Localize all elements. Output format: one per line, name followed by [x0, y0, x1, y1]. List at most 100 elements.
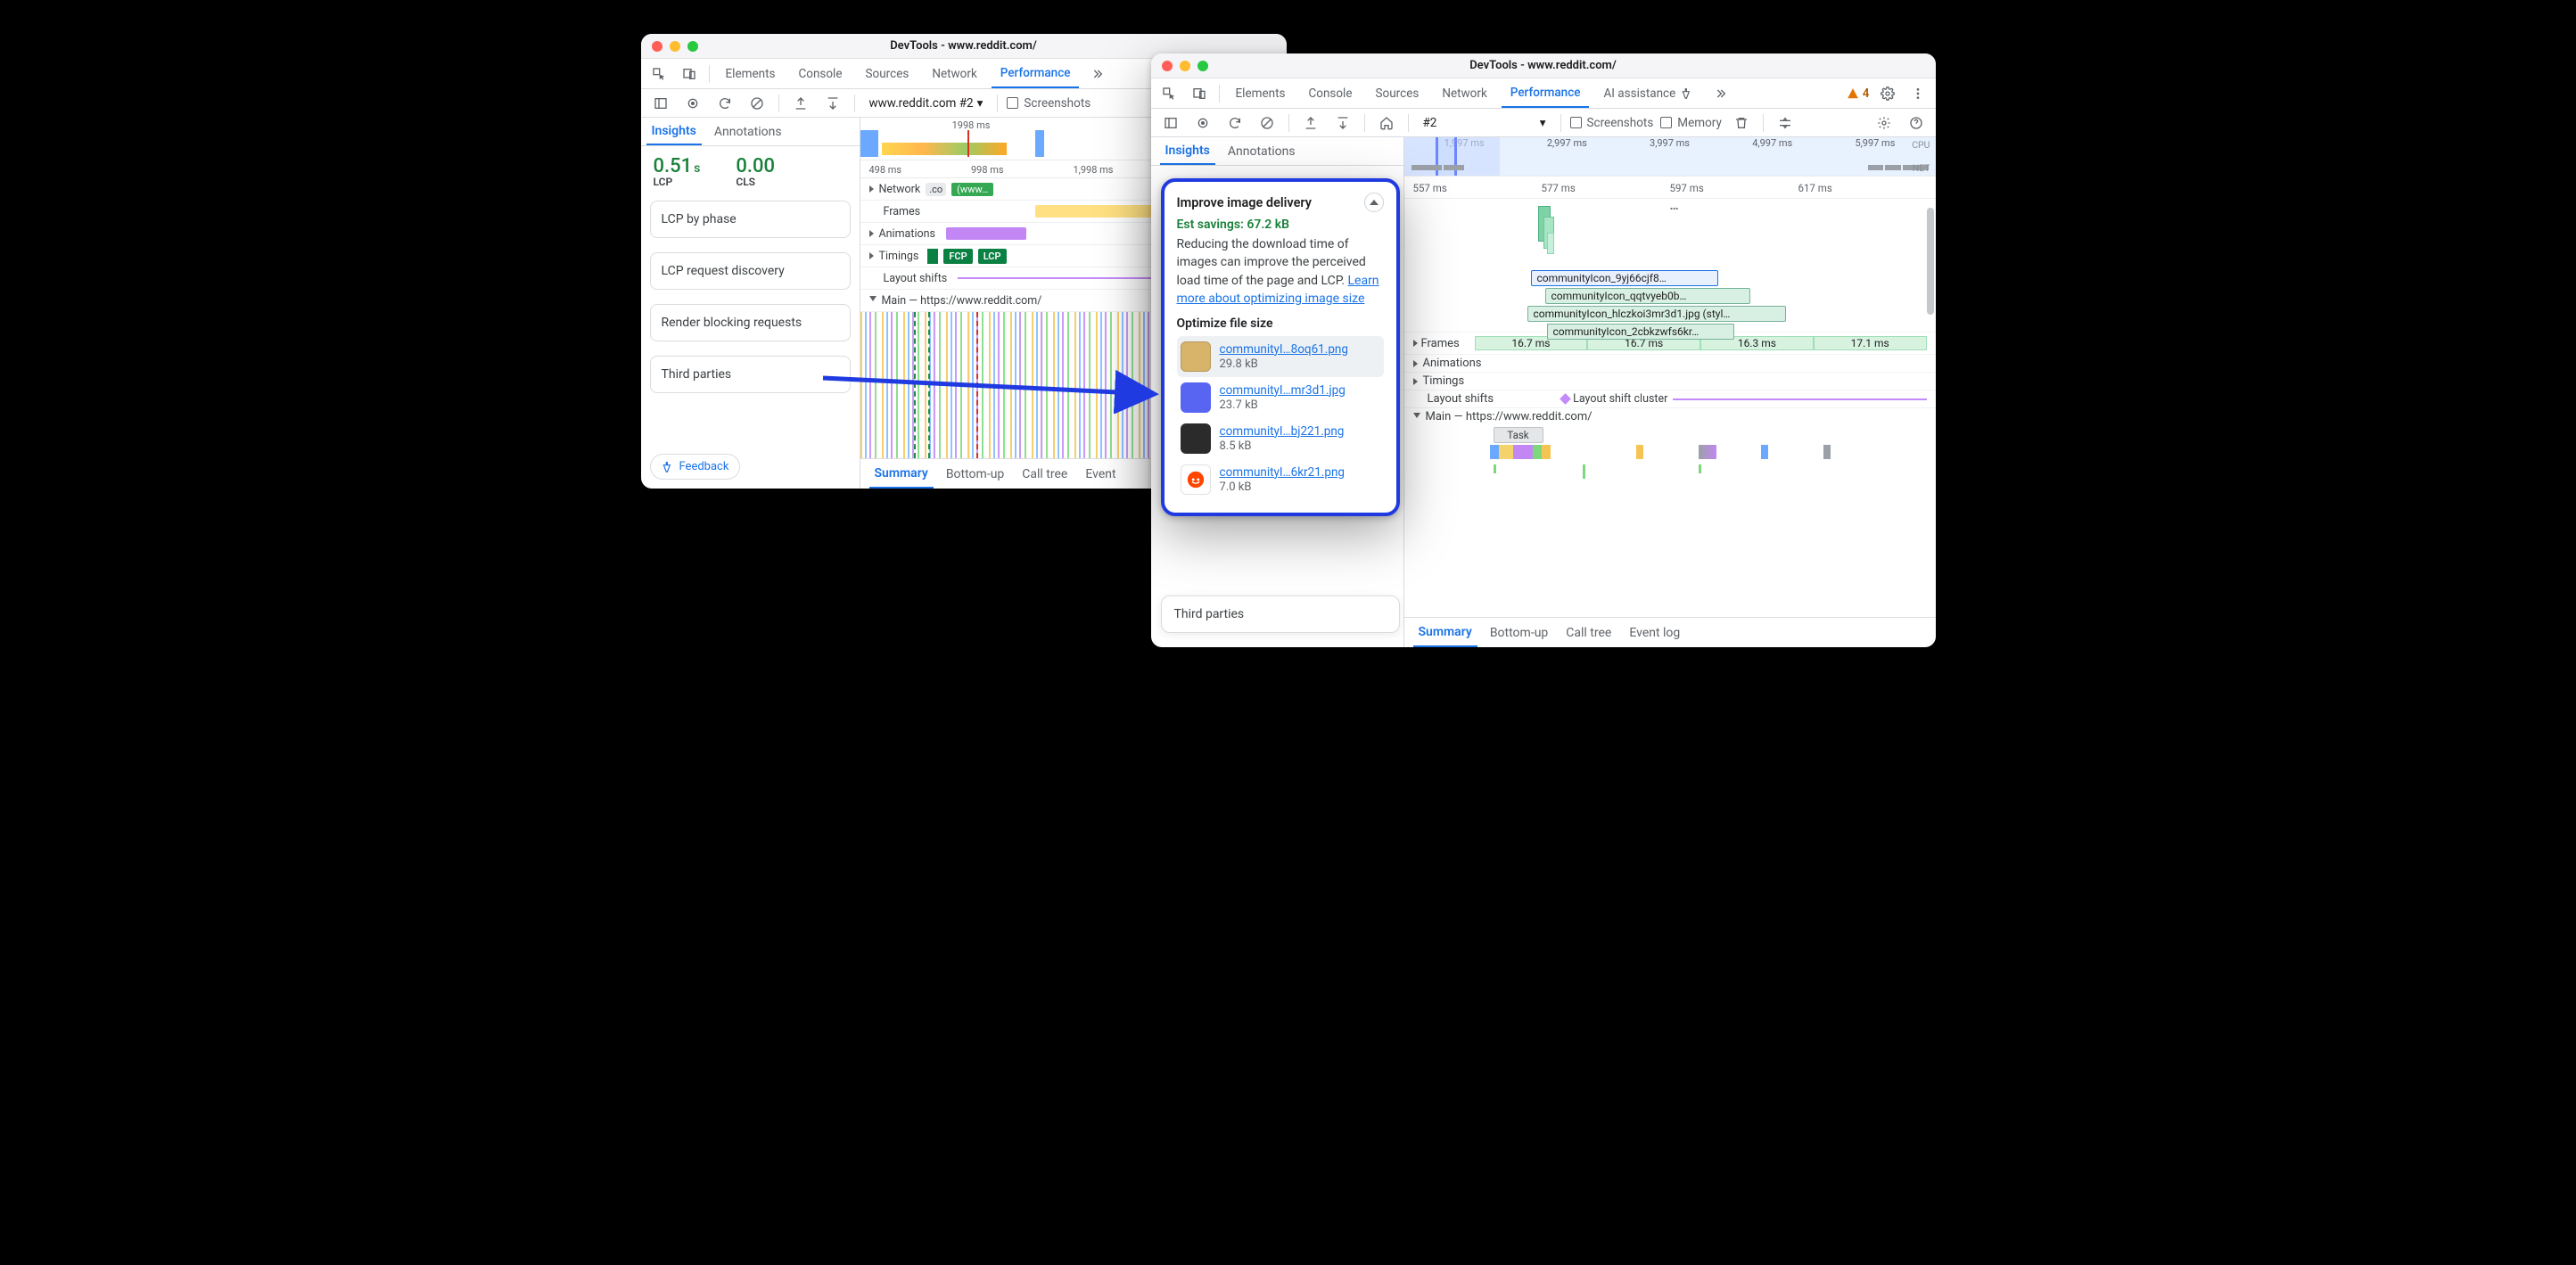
kebab-icon[interactable] — [1905, 81, 1930, 106]
settings-icon[interactable] — [1872, 111, 1897, 136]
dock-side-icon[interactable] — [648, 91, 673, 116]
file-row[interactable]: communityI…6kr21.png 7.0 kB — [1177, 459, 1384, 500]
timeline-right[interactable]: 1,997 ms 2,997 ms 3,997 ms 4,997 ms 5,99… — [1404, 137, 1936, 647]
session-select[interactable]: #2▾ — [1418, 114, 1551, 132]
tab-sources[interactable]: Sources — [1367, 78, 1428, 108]
track-main[interactable]: Main — https://www.reddit.com/ — [882, 294, 1042, 308]
tab-sources[interactable]: Sources — [857, 59, 918, 88]
track-frames[interactable]: Frames — [884, 205, 921, 218]
memory-checkbox[interactable]: Memory — [1660, 116, 1722, 130]
tab-summary[interactable]: Summary — [1413, 618, 1477, 647]
subtab-insights[interactable]: Insights — [646, 118, 702, 145]
upload-icon[interactable] — [1298, 111, 1323, 136]
network-entry[interactable]: communityIcon_qqtvyeb0b… — [1545, 288, 1750, 304]
upload-icon[interactable] — [788, 91, 813, 116]
record-icon[interactable] — [680, 91, 705, 116]
tab-bottom-up[interactable]: Bottom-up — [1485, 618, 1553, 647]
network-chip[interactable]: .co — [926, 183, 946, 196]
collapse-button[interactable] — [1364, 193, 1384, 212]
track-timings[interactable]: Timings — [879, 250, 919, 263]
subtab-annotations[interactable]: Annotations — [1222, 137, 1301, 165]
tab-call-tree[interactable]: Call tree — [1016, 459, 1073, 489]
insight-card-lcp-by-phase[interactable]: LCP by phase — [650, 201, 851, 238]
inspect-icon[interactable] — [1156, 81, 1181, 106]
titlebar[interactable]: DevTools - www.reddit.com/ — [1151, 53, 1936, 78]
device-toggle-icon[interactable] — [1187, 81, 1212, 106]
tab-event-log[interactable]: Event log — [1624, 618, 1685, 647]
device-toggle-icon[interactable] — [677, 62, 702, 86]
insight-card-lcp-request[interactable]: LCP request discovery — [650, 252, 851, 290]
file-row[interactable]: communityI…mr3d1.jpg 23.7 kB — [1177, 377, 1384, 418]
expand-icon[interactable] — [1413, 340, 1418, 347]
track-collapsed-icon[interactable]: … — [1670, 199, 1682, 213]
feedback-button[interactable]: Feedback — [650, 454, 741, 480]
overflow-icon[interactable] — [1708, 81, 1732, 106]
tab-elements[interactable]: Elements — [1227, 78, 1295, 108]
settings-icon[interactable] — [1875, 81, 1900, 106]
screenshots-checkbox[interactable]: Screenshots — [1570, 116, 1654, 130]
expand-icon[interactable] — [869, 230, 874, 237]
tab-ai-assistance[interactable]: AI assistance — [1594, 78, 1702, 108]
track-animations[interactable]: Animations — [1404, 355, 1936, 373]
inspect-icon[interactable] — [646, 62, 671, 86]
help-icon[interactable] — [1904, 111, 1929, 136]
download-icon[interactable] — [820, 91, 845, 116]
tab-performance[interactable]: Performance — [1502, 78, 1590, 108]
track-animations[interactable]: Animations — [879, 227, 935, 241]
expand-icon[interactable] — [1413, 378, 1418, 385]
overflow-icon[interactable] — [1084, 62, 1109, 86]
subtab-annotations[interactable]: Annotations — [709, 118, 787, 145]
network-entry[interactable]: communityIcon_hlczkoi3mr3d1.jpg (styl… — [1527, 306, 1786, 322]
track-timings[interactable]: Timings — [1404, 373, 1936, 390]
reload-icon[interactable] — [712, 91, 737, 116]
insight-improve-image-delivery[interactable]: Improve image delivery Est savings: 67.2… — [1161, 178, 1400, 516]
tab-console[interactable]: Console — [1299, 78, 1361, 108]
clear-icon[interactable] — [745, 91, 770, 116]
track-main[interactable]: Main — https://www.reddit.com/ — [1404, 408, 1936, 425]
insight-card-third-parties[interactable]: Third parties — [650, 356, 851, 393]
tab-console[interactable]: Console — [789, 59, 851, 88]
record-icon[interactable] — [1190, 111, 1215, 136]
timing-fcp[interactable]: FCP — [943, 249, 972, 264]
timing-lcp[interactable]: LCP — [978, 249, 1007, 264]
reload-icon[interactable] — [1222, 111, 1247, 136]
collapse-icon[interactable] — [869, 296, 876, 305]
insight-card-third-parties[interactable]: Third parties — [1161, 596, 1400, 633]
tab-call-tree[interactable]: Call tree — [1560, 618, 1617, 647]
issues-badge[interactable]: 4 — [1847, 86, 1870, 101]
network-entry[interactable]: communityIcon_2cbkzwfs6kr… — [1547, 324, 1734, 340]
file-link[interactable]: communityI…6kr21.png — [1220, 465, 1345, 481]
file-link[interactable]: communityI…8oq61.png — [1220, 342, 1348, 357]
tab-network[interactable]: Network — [923, 59, 985, 88]
track-layout-shifts[interactable]: Layout shifts Layout shift cluster — [1404, 390, 1936, 408]
download-icon[interactable] — [1330, 111, 1355, 136]
file-row[interactable]: communityI…bj221.png 8.5 kB — [1177, 418, 1384, 459]
tab-summary[interactable]: Summary — [869, 459, 934, 489]
overview-minimap[interactable]: 1,997 ms 2,997 ms 3,997 ms 4,997 ms 5,99… — [1404, 137, 1936, 177]
dock-side-icon[interactable] — [1158, 111, 1183, 136]
insight-card-render-blocking[interactable]: Render blocking requests — [650, 304, 851, 341]
task-block[interactable]: Task — [1494, 427, 1543, 443]
file-link[interactable]: communityI…bj221.png — [1220, 424, 1345, 439]
tab-performance[interactable]: Performance — [992, 59, 1080, 88]
track-layout-shifts[interactable]: Layout shifts — [884, 272, 948, 285]
clear-icon[interactable] — [1255, 111, 1280, 136]
tab-network[interactable]: Network — [1433, 78, 1495, 108]
track-network[interactable]: Network — [879, 183, 921, 196]
subtab-insights[interactable]: Insights — [1160, 137, 1215, 165]
file-link[interactable]: communityI…mr3d1.jpg — [1220, 383, 1346, 398]
scrollbar-thumb[interactable] — [1927, 208, 1934, 315]
network-entry[interactable]: communityIcon_9yj66cjf8… — [1531, 270, 1718, 286]
expand-icon[interactable] — [1413, 360, 1418, 367]
file-row[interactable]: communityI…8oq61.png 29.8 kB — [1177, 336, 1384, 377]
expand-icon[interactable] — [869, 185, 874, 193]
expand-icon[interactable] — [869, 252, 874, 259]
screenshots-checkbox[interactable]: Screenshots — [1007, 96, 1090, 111]
tab-bottom-up[interactable]: Bottom-up — [941, 459, 1009, 489]
home-icon[interactable] — [1374, 111, 1399, 136]
collapse-icon[interactable] — [1413, 413, 1420, 422]
network-chip[interactable]: (www… — [951, 183, 993, 196]
session-select[interactable]: www.reddit.com #2▾ — [864, 94, 989, 112]
gc-icon[interactable] — [1729, 111, 1754, 136]
main-thread-tasks[interactable]: Task — [1404, 425, 1936, 468]
